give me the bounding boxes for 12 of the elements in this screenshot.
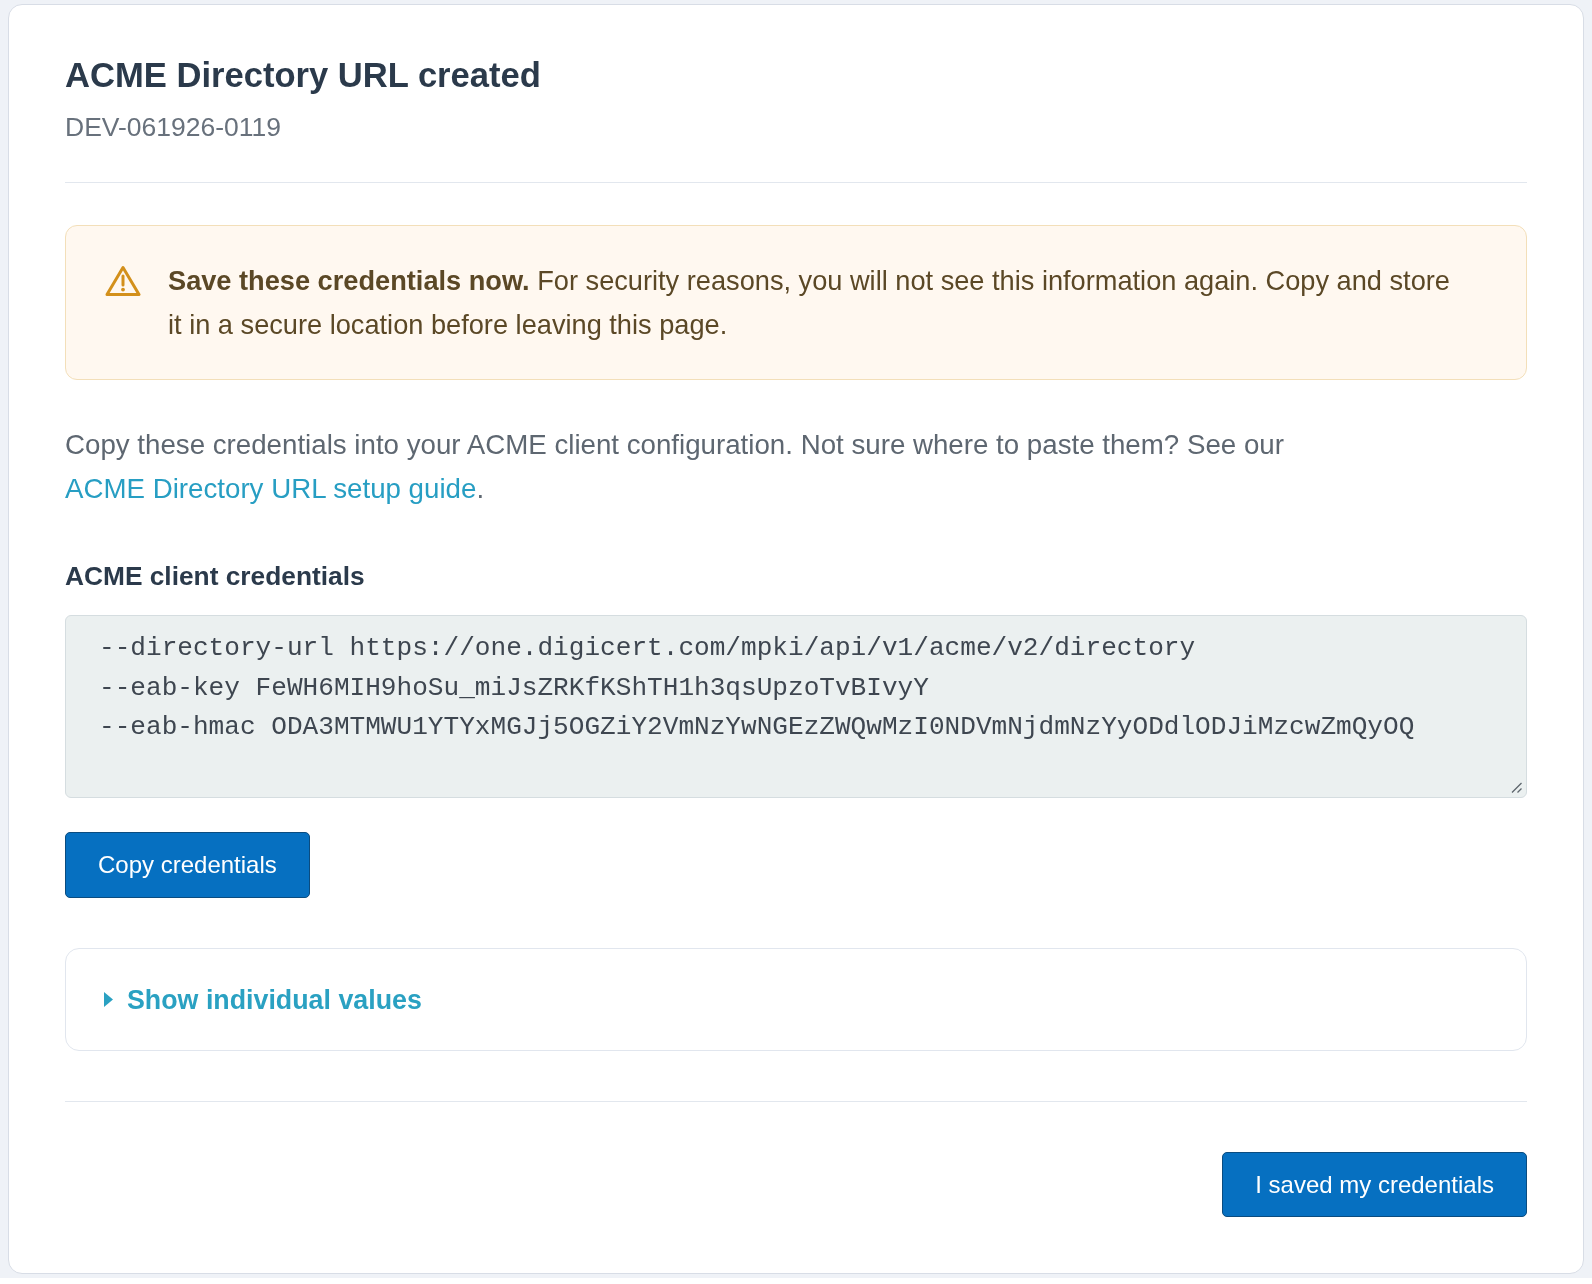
disclosure-toggle[interactable]: Show individual values — [104, 981, 422, 1018]
dialog-subtitle: DEV-061926-0119 — [65, 111, 283, 144]
intro-paragraph: Copy these credentials into your ACME client configuration. Not sure where to paste them? See our ACME Directory URL setup guide. — [65, 428, 1285, 506]
warning-icon — [105, 265, 141, 297]
dialog-title: ACME Directory URL created — [65, 55, 542, 96]
warning-message: Save these credentials now. For security reasons, you will not see this information again. Copy and store it in a secure location before leaving this page. — [168, 264, 1451, 342]
saved-credentials-button[interactable]: I saved my credentials — [1222, 1152, 1527, 1217]
credentials-textarea[interactable]: --directory-url https://one.digicert.com/mpki/api/v1/acme/v2/directory --eab-key FeWH6MIH9hoSu_miJsZRKfKShTH1h3qsUpzoTvBIvyY --eab-hmac ODA3MTMWU1YTYxMGJj5OGZiY2VmNzYwNGEzZWQwMzI0NDVmNjdmNzYyODdlODJiMzcwZmQyOQ — [65, 615, 1527, 798]
setup-guide-link[interactable]: ACME Directory URL setup guide — [65, 473, 477, 504]
credentials-label: ACME client credentials — [65, 560, 366, 593]
resize-handle-icon[interactable] — [1510, 781, 1522, 793]
copy-credentials-button[interactable]: Copy credentials — [65, 832, 310, 898]
